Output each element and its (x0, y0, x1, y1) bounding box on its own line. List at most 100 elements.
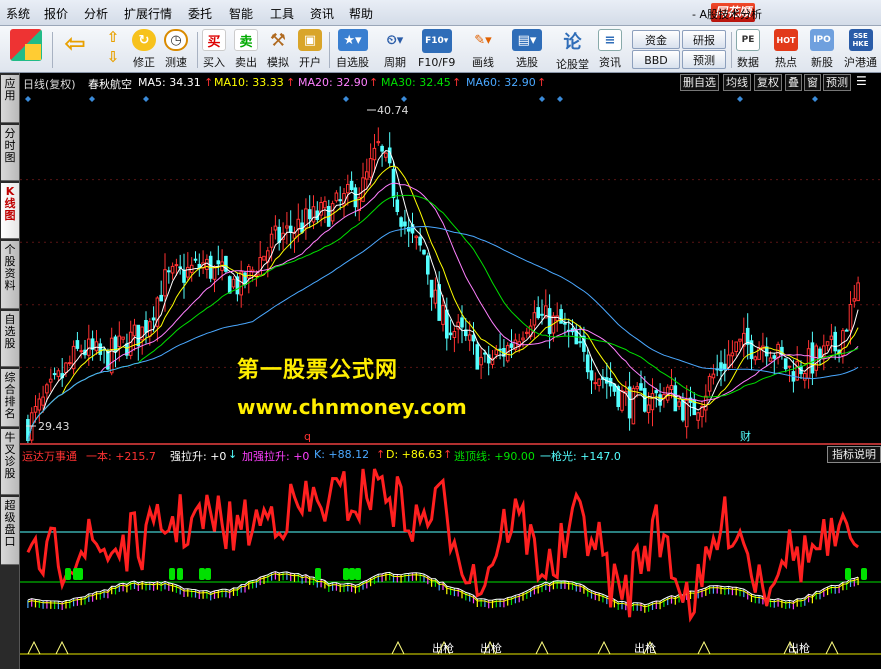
revise-button[interactable]: ↻ 修正 (132, 29, 156, 70)
hk-connect-button[interactable]: SSE HKE 沪港通 (844, 29, 877, 70)
candle-body (829, 335, 834, 340)
ma60-value: MA60: 32.90 (466, 76, 536, 89)
ipo-button[interactable]: IPO 新股 (810, 29, 834, 70)
event-markers (25, 96, 818, 102)
candle-body (593, 382, 598, 385)
candle-body (403, 221, 407, 227)
candle-body (525, 331, 529, 334)
tab-intraday[interactable]: 分时图 (1, 125, 19, 181)
overlay-button[interactable]: 叠 (785, 74, 802, 91)
candle-body (704, 395, 708, 411)
forecast-button[interactable]: 预测 (682, 50, 726, 69)
sell-button[interactable]: 卖 卖出 (234, 29, 258, 70)
d-line (27, 573, 859, 608)
candle-body (68, 362, 72, 365)
menu-grid-icon[interactable]: ☰ (856, 74, 867, 88)
menu-ext-quote[interactable]: 扩展行情 (124, 5, 172, 22)
bbd-button[interactable]: BBD (632, 50, 680, 69)
menu-smart[interactable]: 智能 (229, 5, 253, 22)
adjust-button[interactable]: 复权 (754, 74, 782, 91)
forecast-chart-button[interactable]: 预测 (823, 74, 851, 91)
indicator-name[interactable]: 运达万事通 (22, 448, 77, 464)
candle-body (269, 233, 274, 248)
candle-body (414, 235, 419, 239)
tab-level2[interactable]: 超级盘口 (1, 497, 19, 565)
hot-button[interactable]: HOT 热点 (774, 29, 798, 70)
period-label[interactable]: 日线(复权) (23, 76, 76, 92)
finance-marker[interactable]: 财 (740, 429, 751, 443)
indicator-help-button[interactable]: 指标说明 (827, 446, 881, 463)
candle-body (844, 329, 849, 332)
period-button[interactable]: ⏲▾ 周期 (380, 29, 410, 70)
candle-body (349, 180, 354, 191)
candle-body (658, 394, 662, 406)
draw-line-button[interactable]: ✎▾ 画线 (468, 29, 498, 70)
candle-body (273, 225, 278, 231)
simulate-button[interactable]: ⚒ 模拟 (266, 29, 290, 70)
stock-picker-button[interactable]: ▤▾ 选股 (512, 29, 542, 70)
grid-layout-icon (10, 29, 42, 61)
candle-body (94, 341, 99, 352)
triangle-marker (697, 640, 711, 655)
tab-watchlist[interactable]: 自选股 (1, 311, 19, 367)
tab-diagnosis[interactable]: 牛叉诊股 (1, 429, 19, 495)
candle-body (441, 305, 445, 325)
yiqiangguang-value: 一枪光: +147.0 (540, 450, 621, 463)
candle-body (631, 387, 636, 425)
candle-body (167, 270, 171, 273)
capital-button[interactable]: 资金 (632, 30, 680, 49)
grid-layout-button[interactable] (10, 29, 42, 70)
candle-body (132, 324, 137, 337)
menu-help[interactable]: 帮助 (349, 5, 373, 22)
candle-body (547, 308, 552, 335)
menu-quote[interactable]: 报价 (44, 5, 68, 22)
candle-body (247, 266, 251, 279)
k-value: K: +88.12 (314, 448, 370, 461)
event-diamond (401, 96, 407, 102)
candle-body (151, 317, 156, 321)
ma30-arrow: ↑ (452, 76, 462, 89)
buy-button[interactable]: 买 买入 (202, 29, 226, 70)
candle-body (41, 396, 45, 406)
indicator-chart[interactable]: 出枪 出枪 出枪 出枪 (20, 464, 881, 669)
f10-button[interactable]: F10▾ F10/F9 (418, 29, 455, 70)
open-account-button[interactable]: ▣ 开户 (298, 29, 322, 70)
candle-body (136, 324, 141, 347)
shot-label: 出枪 (788, 641, 810, 655)
candle-body (852, 298, 857, 302)
speed-test-button[interactable]: ◷ 测速 (164, 29, 188, 70)
ma60-arrow: ↑ (537, 76, 547, 89)
back-button[interactable]: ⇦ (60, 29, 90, 70)
triangle-marker (597, 640, 611, 655)
candle-body (578, 341, 582, 344)
watchlist-button[interactable]: ★▾ 自选股 (336, 29, 369, 70)
candle-body (787, 365, 792, 368)
tab-profile[interactable]: 个股资料 (1, 241, 19, 309)
green-signal (77, 568, 83, 580)
candle-body (45, 384, 49, 394)
menu-tools[interactable]: 工具 (270, 5, 294, 22)
k-arrow: ↑ (376, 448, 386, 461)
kline-chart[interactable]: 40.74 29.43 q 财 (20, 92, 881, 443)
news-button[interactable]: ≡ 资讯 (598, 29, 622, 70)
menu-system[interactable]: 系统 (6, 5, 30, 22)
candle-body (723, 363, 727, 371)
menu-trade[interactable]: 委托 (188, 5, 212, 22)
tab-kline[interactable]: K线图 (1, 183, 19, 239)
forum-button[interactable]: 论 论股堂 (556, 29, 589, 71)
remove-watch-button[interactable]: 删自选 (680, 74, 719, 91)
event-diamond (539, 96, 545, 102)
signal-markers (65, 568, 867, 580)
candle-body (696, 412, 700, 421)
tab-ranking[interactable]: 综合排名 (1, 369, 19, 427)
svg-text:40.74: 40.74 (377, 104, 409, 117)
ma-button[interactable]: 均线 (723, 74, 751, 91)
event-diamond (89, 96, 95, 102)
tab-apps[interactable]: 应用 (1, 75, 19, 123)
menu-analysis[interactable]: 分析 (84, 5, 108, 22)
window-button[interactable]: 窗 (804, 74, 821, 91)
data-button[interactable]: PE 数据 (736, 29, 760, 70)
news-icon: ≡ (598, 29, 622, 51)
menu-news[interactable]: 资讯 (310, 5, 334, 22)
research-button[interactable]: 研报 (682, 30, 726, 49)
